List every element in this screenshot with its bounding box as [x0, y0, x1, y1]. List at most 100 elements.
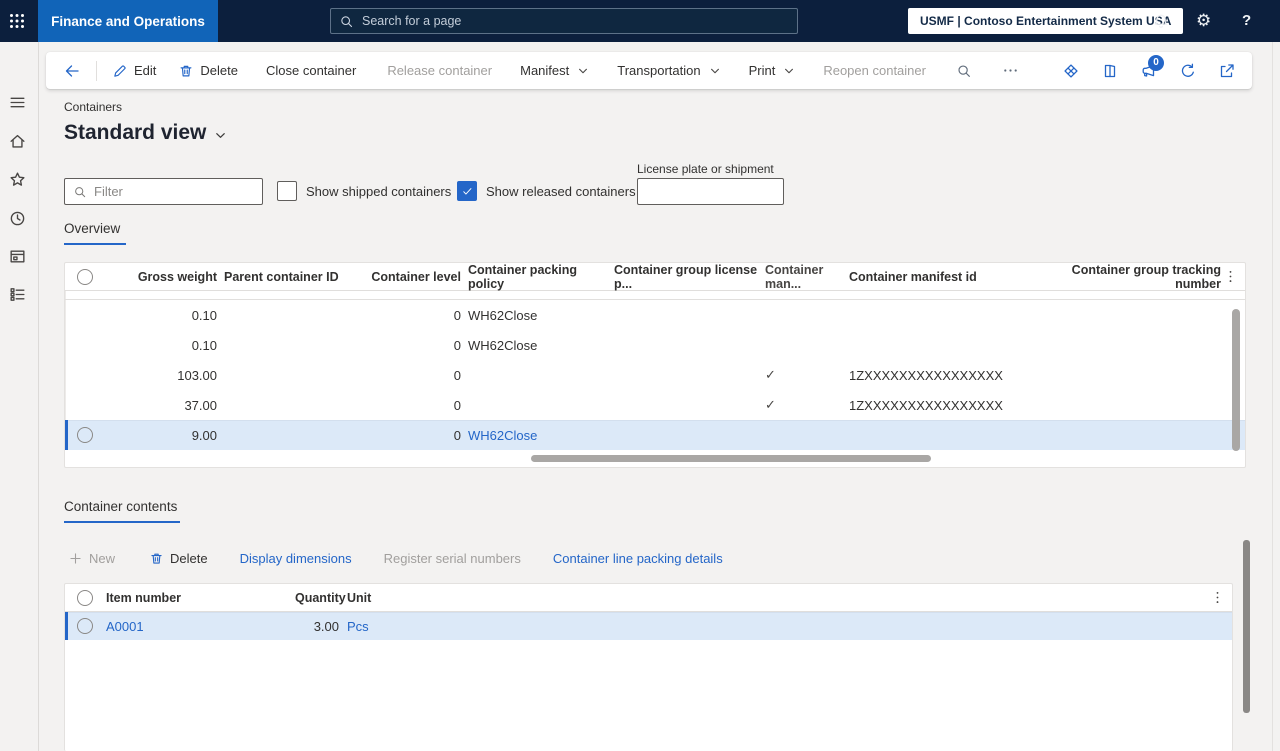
more-commands-ellipsis-icon[interactable] [988, 52, 1033, 89]
view-title-label: Standard view [64, 121, 207, 144]
table-row[interactable]: 0.10 0 WH62Close [65, 330, 1245, 360]
manifested-checkmark: ✓ [765, 367, 776, 382]
close-container-button[interactable]: Close container [249, 52, 373, 89]
personalize-diamond-icon[interactable] [1062, 62, 1080, 80]
col-tracking-number[interactable]: Container group tracking number [1049, 263, 1221, 291]
row-select[interactable] [65, 300, 105, 330]
open-book-icon[interactable] [1101, 62, 1119, 80]
search-icon [73, 185, 87, 199]
chevron-down-icon [783, 65, 795, 77]
message-center-megaphone-icon[interactable]: 0 [1140, 54, 1164, 80]
chevron-down-icon [709, 65, 721, 77]
workspaces-icon[interactable] [8, 247, 27, 266]
table-row[interactable]: 103.00 0 ✓ 1ZXXXXXXXXXXXXXXXX [65, 360, 1245, 390]
col-item-number[interactable]: Item number [105, 591, 295, 605]
col-unit[interactable]: Unit [339, 591, 371, 605]
delete-line-button[interactable]: Delete [136, 551, 221, 566]
checkbox-unchecked[interactable] [277, 181, 297, 201]
show-released-containers-checkbox[interactable]: Show released containers [457, 181, 636, 201]
display-dimensions-button[interactable]: Display dimensions [227, 551, 365, 566]
trash-icon [149, 551, 164, 566]
tab-container-contents[interactable]: Container contents [64, 499, 180, 523]
table-row-selected[interactable]: 9.00 0 WH62Close [65, 420, 1245, 450]
selected-row-indicator [65, 612, 68, 640]
col-packing-policy[interactable]: Container packing policy [461, 263, 607, 291]
license-plate-input[interactable] [638, 179, 783, 204]
print-menu-button[interactable]: Print [735, 52, 810, 89]
global-search-box[interactable] [330, 8, 798, 34]
select-all-radio[interactable] [65, 584, 105, 611]
container-contents-toolbar: New Delete Display dimensions Register s… [64, 546, 736, 570]
table-row-selected[interactable]: A0001 3.00 Pcs [65, 612, 1232, 640]
app-launcher-waffle-icon[interactable] [8, 12, 26, 30]
show-shipped-containers-checkbox[interactable]: Show shipped containers [277, 181, 451, 201]
col-container-man[interactable]: Container man... [759, 263, 849, 291]
unit-link[interactable]: Pcs [339, 619, 369, 634]
col-group-license[interactable]: Container group license p... [607, 263, 759, 291]
grid-header-row: Item number Quantity Unit [65, 584, 1232, 612]
chevron-down-icon [214, 129, 227, 142]
table-row[interactable]: 0.10 0 WH62Close [65, 300, 1245, 330]
new-button[interactable]: New [64, 551, 128, 566]
actionbar-right-icons: 0 [1062, 54, 1252, 80]
plus-icon [68, 551, 83, 566]
row-select[interactable] [65, 360, 105, 390]
row-select[interactable] [65, 390, 105, 420]
table-row[interactable]: 37.00 0 ✓ 1ZXXXXXXXXXXXXXXXX [65, 390, 1245, 420]
edit-button[interactable]: Edit [101, 52, 167, 89]
page-vertical-scrollbar[interactable] [1243, 540, 1250, 713]
help-icon[interactable]: ? [1242, 9, 1251, 33]
vertical-scrollbar[interactable] [1232, 309, 1240, 451]
register-serial-numbers-button[interactable]: Register serial numbers [371, 551, 534, 566]
row-radio[interactable] [65, 612, 105, 640]
app-window: Finance and Operations USMF | Contoso En… [0, 0, 1280, 751]
grid-options-ellipsis-icon[interactable] [1223, 269, 1239, 285]
manifest-menu-button[interactable]: Manifest [506, 52, 603, 89]
col-quantity[interactable]: Quantity [295, 591, 346, 605]
actionbar-search-icon[interactable] [940, 52, 988, 89]
pencil-icon [112, 63, 128, 79]
modules-list-icon[interactable] [8, 285, 27, 304]
col-container-level[interactable]: Container level [347, 270, 461, 284]
col-gross-weight[interactable]: Gross weight [105, 270, 217, 284]
recent-clock-icon[interactable] [8, 209, 27, 228]
tab-overview[interactable]: Overview [64, 221, 126, 245]
delete-button[interactable]: Delete [167, 52, 249, 89]
refresh-icon[interactable] [1179, 62, 1197, 80]
col-parent-container-id[interactable]: Parent container ID [217, 270, 347, 284]
home-icon[interactable] [8, 132, 27, 151]
col-manifest-id[interactable]: Container manifest id [849, 270, 1049, 284]
search-icon [339, 14, 354, 29]
favorites-star-icon[interactable] [8, 170, 27, 189]
message-count-badge: 0 [1148, 54, 1164, 71]
row-select[interactable] [65, 330, 105, 360]
chevron-down-icon [577, 65, 589, 77]
grid-header-row: Gross weight Parent container ID Contain… [65, 263, 1245, 291]
release-container-button[interactable]: Release container [373, 52, 506, 89]
notifications-bell-icon[interactable] [1152, 12, 1170, 30]
filter-input[interactable] [94, 184, 270, 199]
quick-filter-box[interactable] [64, 178, 270, 205]
container-line-packing-details-button[interactable]: Container line packing details [540, 551, 736, 566]
checkbox-checked[interactable] [457, 181, 477, 201]
company-selector-button[interactable]: USMF | Contoso Entertainment System USA [908, 8, 1184, 34]
selected-row-indicator [65, 420, 68, 450]
transportation-menu-button[interactable]: Transportation [603, 52, 734, 89]
view-title-dropdown[interactable]: Standard view [64, 121, 227, 145]
container-contents-grid: Item number Quantity Unit A0001 3.00 Pcs [64, 583, 1233, 751]
global-search-input[interactable] [362, 14, 789, 28]
app-name-button[interactable]: Finance and Operations [38, 0, 218, 42]
settings-gear-icon[interactable]: ⚙ [1196, 9, 1211, 33]
page-right-edge-divider [1272, 42, 1273, 751]
license-plate-field[interactable] [637, 178, 784, 205]
item-number-link[interactable]: A0001 [105, 619, 295, 634]
open-in-new-window-icon[interactable] [1218, 62, 1236, 80]
row-radio[interactable] [65, 420, 105, 450]
select-all-radio[interactable] [65, 263, 105, 290]
grid-options-ellipsis-icon[interactable] [1210, 590, 1226, 606]
horizontal-scrollbar[interactable] [531, 455, 931, 462]
back-button[interactable] [52, 52, 92, 89]
packing-policy-link[interactable]: WH62Close [461, 428, 607, 443]
hamburger-menu-icon[interactable] [8, 93, 27, 112]
reopen-container-button[interactable]: Reopen container [809, 52, 940, 89]
